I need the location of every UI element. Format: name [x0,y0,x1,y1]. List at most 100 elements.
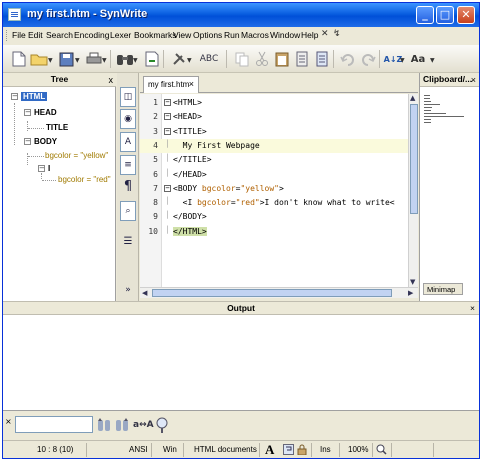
copy-icon[interactable] [232,49,252,69]
restore-document-icon[interactable]: ↯ [333,29,341,39]
tree-node-i-attr[interactable]: bgcolor = "red" [58,175,111,184]
fold-toggle-icon[interactable]: − [164,99,171,106]
tree-collapse-icon[interactable]: − [24,138,31,145]
expand-strip-icon[interactable]: » [120,281,136,301]
pilcrow-icon[interactable]: ¶ [120,178,136,198]
lock-icon[interactable] [297,444,307,457]
clipboard-close-icon[interactable]: × [471,74,476,87]
fold-toggle-icon[interactable]: − [164,113,171,121]
export-icon[interactable] [142,49,162,69]
tree-collapse-icon[interactable]: − [11,93,18,100]
code-line[interactable]: 2− <HEAD> [140,110,408,124]
case-dropdown-icon[interactable]: ▼ [430,57,435,64]
find-dropdown-icon[interactable]: ▼ [133,57,138,64]
code-line[interactable]: 5 │ </TITLE> [140,153,408,167]
maximize-button[interactable]: □ [436,6,454,24]
status-lexer[interactable]: HTML documents [194,445,257,454]
print-icon[interactable] [84,49,104,69]
code-line[interactable]: 1− <HTML> [140,96,408,110]
menu-macros[interactable]: Macros [241,30,269,40]
wordwrap-icon[interactable] [283,444,294,457]
menu-view[interactable]: View [173,30,191,40]
tree-node-html[interactable]: HTML [21,92,48,101]
scroll-left-icon[interactable]: ◀ [142,289,147,297]
fold-toggle-icon[interactable]: − [164,127,171,135]
match-case-icon[interactable]: a↔A [133,420,154,430]
paste-icon[interactable] [272,49,292,69]
tree-node-i[interactable]: I [48,164,50,173]
font-case-icon[interactable]: Aa [406,49,430,69]
cut-icon[interactable] [252,49,272,69]
scroll-down-icon[interactable]: ▼ [410,278,415,286]
code-editor[interactable]: 1− <HTML> 2− <HEAD> 3− <TITLE> 4 │ My First Web… [140,94,418,288]
menu-lexer[interactable]: Lexer [110,30,131,40]
menu-help[interactable]: Help [301,30,318,40]
clipboard-icon[interactable] [292,49,312,69]
spellcheck-icon[interactable]: ABC [197,49,221,69]
output-close-icon[interactable]: × [470,302,475,315]
minimap-preview[interactable] [424,93,464,163]
fold-toggle-icon[interactable]: − [164,184,171,192]
settings-icon[interactable] [169,49,189,69]
code-line[interactable]: 10 │ </HTML> [140,225,408,239]
output-panel[interactable] [3,315,479,411]
editor-horizontal-scrollbar[interactable]: ◀ ▶ [140,287,418,298]
code-line[interactable]: 9 │ </BODY> [140,210,408,224]
tree-collapse-icon[interactable]: − [38,165,45,172]
bookmark-list-icon[interactable] [312,49,332,69]
tree-view-icon[interactable]: ◫ [120,87,136,107]
outline-view-icon[interactable]: ≡ [120,155,136,175]
tree-node-body-attr[interactable]: bgcolor = "yellow" [45,151,108,160]
code-line[interactable]: 3− <TITLE> [140,125,408,139]
tab-close-icon[interactable]: × [189,79,194,89]
tree-node-body[interactable]: BODY [34,137,57,146]
redo-icon[interactable] [358,49,378,69]
search-close-icon[interactable]: × [5,417,12,426]
code-line[interactable]: 4 │ My First Webpage [140,138,408,153]
settings-dropdown-icon[interactable]: ▼ [187,57,192,64]
sort-dropdown-icon[interactable]: ▼ [400,57,405,64]
minimize-button[interactable]: _ [416,6,434,24]
status-line-ending[interactable]: Win [163,445,177,454]
tab-my-first[interactable]: my first.htm × [143,76,199,93]
code-line[interactable]: 8 │ <I bgcolor="red">I don't know what to… [140,196,408,210]
menu-file[interactable]: File [12,30,26,40]
tree-node-head[interactable]: HEAD [34,108,57,117]
scroll-thumb[interactable] [152,289,392,297]
search-options-icon[interactable] [155,417,169,437]
menu-run[interactable]: Run [224,30,240,40]
magnify-view-icon[interactable]: ⌕ [120,201,136,221]
menu-encoding[interactable]: Encoding [74,30,109,40]
close-document-icon[interactable]: ✕ [321,29,329,39]
status-zoom[interactable]: 100% [348,445,368,454]
tree-collapse-icon[interactable]: − [24,109,31,116]
undo-icon[interactable] [338,49,358,69]
font-icon[interactable]: A [265,442,274,458]
menu-bookmarks[interactable]: Bookmarks [134,30,177,40]
menu-window[interactable]: Window [270,30,300,40]
tree-node-title[interactable]: TITLE [46,123,68,132]
tree-close-icon[interactable]: x [109,74,114,87]
save-dropdown-icon[interactable]: ▼ [75,57,80,64]
scroll-right-icon[interactable]: ▶ [408,289,413,297]
print-dropdown-icon[interactable]: ▼ [102,57,107,64]
status-insert-mode[interactable]: Ins [320,445,331,454]
status-encoding[interactable]: ANSI [129,445,148,454]
indent-icon[interactable]: ☰ [120,233,136,253]
tab-minimap[interactable]: Minimap [423,283,463,295]
find-next-icon[interactable] [115,417,129,436]
save-icon[interactable] [56,49,76,69]
zoom-icon[interactable] [376,444,387,457]
scroll-up-icon[interactable]: ▲ [410,94,415,102]
title-bar[interactable]: my first.htm - SynWrite _ □ ✕ [3,3,479,27]
close-button[interactable]: ✕ [457,6,475,24]
menu-options[interactable]: Options [193,30,222,40]
clip-view-icon[interactable]: ◉ [120,109,136,129]
text-view-icon[interactable]: A [120,132,136,152]
open-folder-icon[interactable] [29,49,49,69]
scroll-thumb[interactable] [410,104,418,214]
open-dropdown-icon[interactable]: ▼ [48,57,53,64]
menu-edit[interactable]: Edit [28,30,43,40]
new-file-icon[interactable] [9,49,29,69]
search-input[interactable] [15,416,93,433]
